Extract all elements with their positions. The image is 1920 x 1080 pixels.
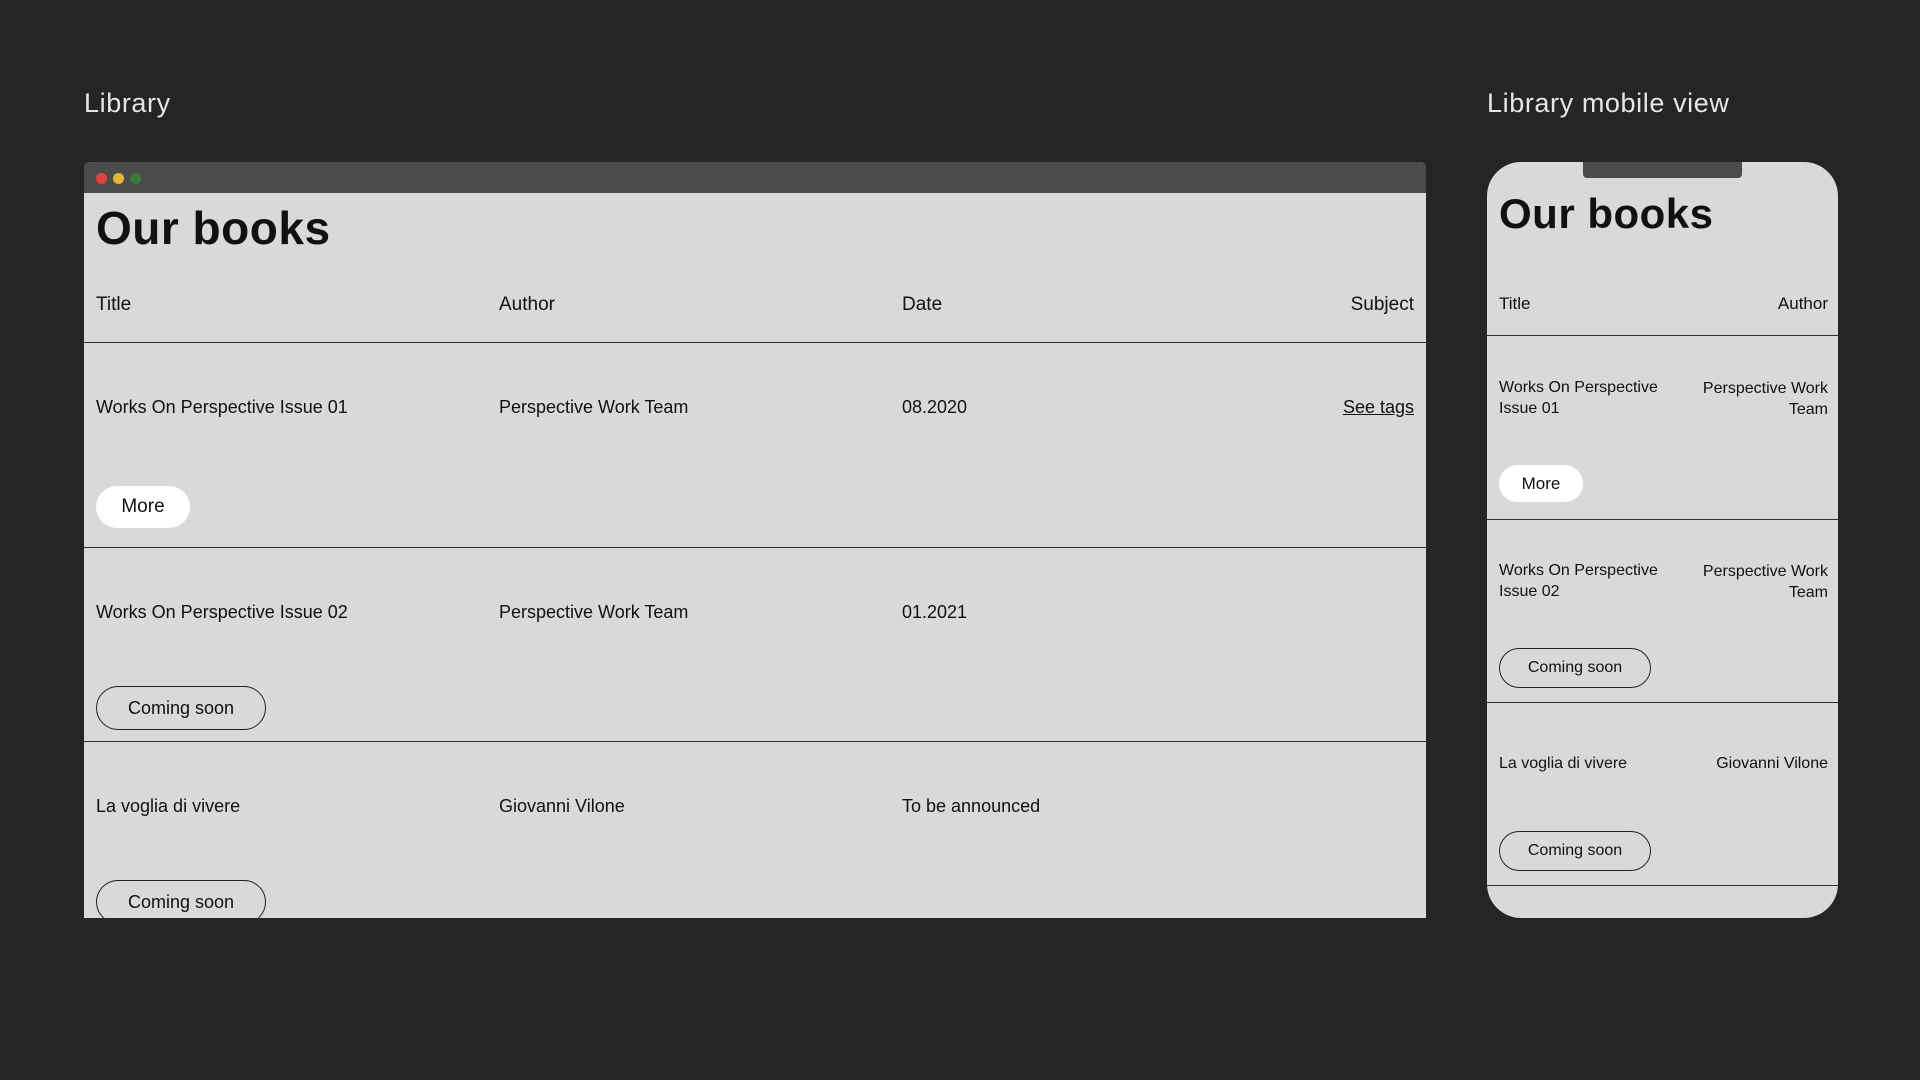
desktop-window: Our books Title Author Date Subject Work… [84, 162, 1426, 918]
mobile-book-title: La voglia di vivere [1499, 755, 1628, 772]
book-date: 08.2020 [902, 397, 968, 417]
mobile-coming-soon-button[interactable]: Coming soon [1499, 648, 1651, 688]
mobile-book-title: Works On Perspective Issue 02 [1499, 562, 1658, 600]
mobile-book-author: Perspective Work Team [1702, 380, 1828, 418]
table-header: Title Author Date Subject [84, 263, 1426, 343]
table-row: Works On Perspective Issue 01 Perspectiv… [84, 343, 1426, 548]
more-button[interactable]: More [96, 486, 190, 528]
book-author: Perspective Work Team [499, 602, 689, 622]
book-author: Perspective Work Team [499, 397, 689, 417]
mobile-more-button[interactable]: More [1499, 465, 1583, 502]
mobile-phone-frame: Our books Title Author Works On Perspect… [1487, 162, 1838, 918]
book-date: 01.2021 [902, 602, 968, 622]
phone-notch [1583, 162, 1742, 178]
book-author: Giovanni Vilone [499, 796, 625, 816]
column-header-title: Title [96, 294, 132, 315]
book-date: To be announced [902, 796, 1041, 816]
book-title: Works On Perspective Issue 01 [96, 397, 348, 417]
minimize-window-dot-icon[interactable] [113, 173, 124, 184]
see-tags-link[interactable]: See tags [1343, 397, 1414, 418]
mobile-book-author: Perspective Work Team [1702, 563, 1828, 601]
page-title: Our books [96, 202, 331, 254]
mobile-page-title: Our books [1499, 190, 1714, 237]
mobile-table-header: Title Author [1487, 288, 1838, 336]
book-title: La voglia di vivere [96, 796, 241, 816]
mobile-list-item: Works On Perspective Issue 01 Perspectiv… [1487, 337, 1838, 520]
column-header-subject: Subject [1350, 294, 1414, 315]
library-mobile-section-label: Library mobile view [1487, 88, 1730, 118]
coming-soon-button[interactable]: Coming soon [96, 880, 266, 918]
library-section-label: Library [84, 88, 171, 118]
table-row: La voglia di vivere Giovanni Vilone To b… [84, 742, 1426, 918]
window-titlebar [84, 162, 1426, 193]
maximize-window-dot-icon[interactable] [130, 173, 141, 184]
table-row: Works On Perspective Issue 02 Perspectiv… [84, 548, 1426, 742]
column-header-author: Author [499, 294, 555, 315]
mobile-book-title: Works On Perspective Issue 01 [1499, 379, 1658, 417]
mobile-coming-soon-button[interactable]: Coming soon [1499, 831, 1651, 871]
mobile-book-author: Giovanni Vilone [1716, 755, 1828, 772]
mobile-column-header-title: Title [1499, 294, 1531, 313]
mobile-list-item: La voglia di vivere Giovanni Vilone Comi… [1487, 703, 1838, 886]
coming-soon-button[interactable]: Coming soon [96, 686, 266, 730]
column-header-date: Date [902, 294, 943, 315]
mobile-list-item: Works On Perspective Issue 02 Perspectiv… [1487, 520, 1838, 703]
mobile-column-header-author: Author [1777, 294, 1828, 313]
book-title: Works On Perspective Issue 02 [96, 602, 348, 622]
close-window-dot-icon[interactable] [96, 173, 107, 184]
